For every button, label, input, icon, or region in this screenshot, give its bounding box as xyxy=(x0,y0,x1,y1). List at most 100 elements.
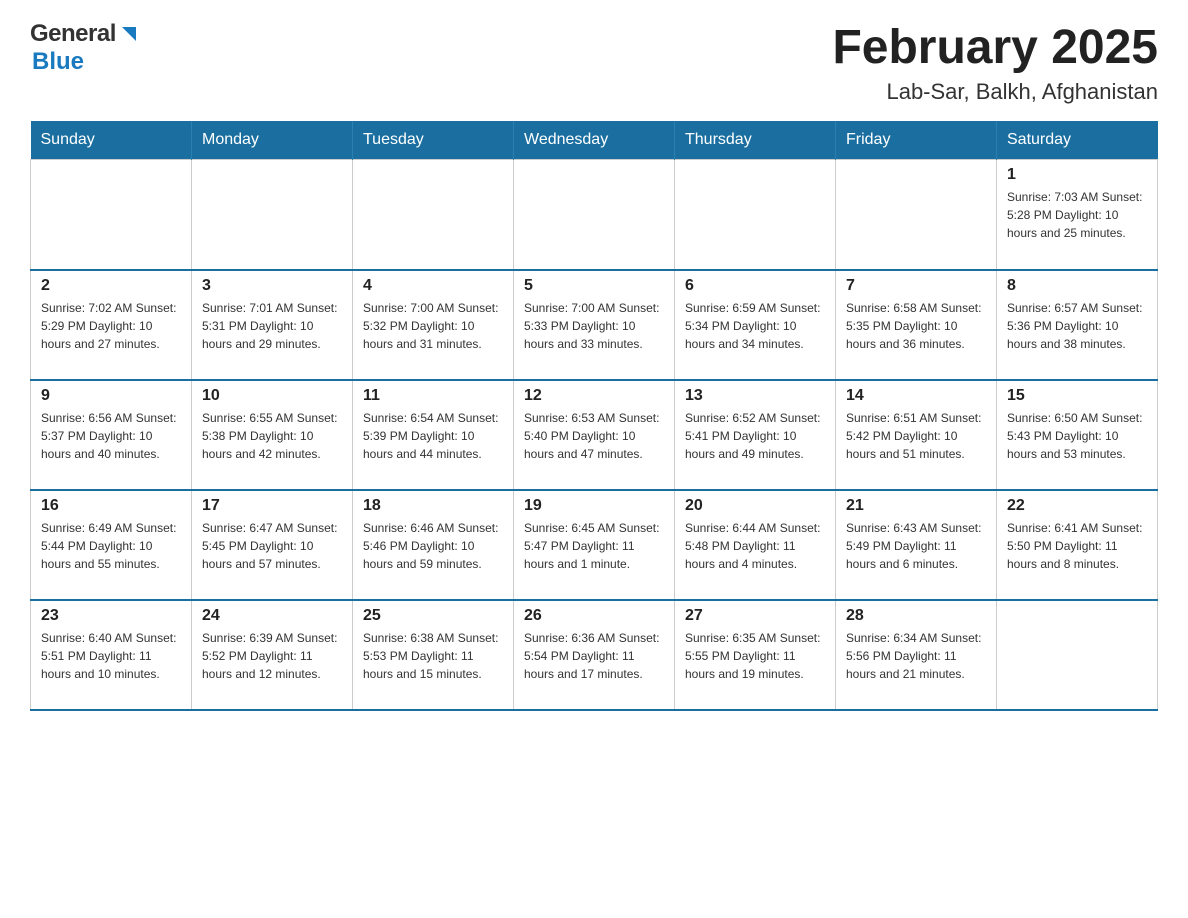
day-info: Sunrise: 6:49 AM Sunset: 5:44 PM Dayligh… xyxy=(41,519,181,573)
calendar-cell xyxy=(514,160,675,270)
day-info: Sunrise: 6:41 AM Sunset: 5:50 PM Dayligh… xyxy=(1007,519,1147,573)
weekday-header-thursday: Thursday xyxy=(675,121,836,160)
day-number: 16 xyxy=(41,497,181,515)
day-info: Sunrise: 7:00 AM Sunset: 5:32 PM Dayligh… xyxy=(363,299,503,353)
calendar-cell: 1 Sunrise: 7:03 AM Sunset: 5:28 PM Daylig… xyxy=(997,160,1158,270)
calendar-week-row: 1 Sunrise: 7:03 AM Sunset: 5:28 PM Daylig… xyxy=(31,160,1158,270)
page-title: February 2025 xyxy=(832,20,1158,75)
calendar-cell: 19 Sunrise: 6:45 AM Sunset: 5:47 PM Dayli… xyxy=(514,490,675,600)
day-number: 18 xyxy=(363,497,503,515)
day-info: Sunrise: 6:36 AM Sunset: 5:54 PM Dayligh… xyxy=(524,629,664,683)
calendar-cell xyxy=(192,160,353,270)
calendar-cell: 8 Sunrise: 6:57 AM Sunset: 5:36 PM Daylig… xyxy=(997,270,1158,380)
day-number: 12 xyxy=(524,387,664,405)
day-info: Sunrise: 7:00 AM Sunset: 5:33 PM Dayligh… xyxy=(524,299,664,353)
calendar-cell: 25 Sunrise: 6:38 AM Sunset: 5:53 PM Dayli… xyxy=(353,600,514,710)
day-info: Sunrise: 6:40 AM Sunset: 5:51 PM Dayligh… xyxy=(41,629,181,683)
day-number: 2 xyxy=(41,277,181,295)
day-info: Sunrise: 6:56 AM Sunset: 5:37 PM Dayligh… xyxy=(41,409,181,463)
calendar-cell: 24Sunrise: 6:39 AM Sunset: 5:52 PM Dayli… xyxy=(192,600,353,710)
day-number: 3 xyxy=(202,277,342,295)
calendar-cell: 12 Sunrise: 6:53 AM Sunset: 5:40 PM Dayli… xyxy=(514,380,675,490)
calendar-cell: 10 Sunrise: 6:55 AM Sunset: 5:38 PM Dayli… xyxy=(192,380,353,490)
calendar-cell: 21 Sunrise: 6:43 AM Sunset: 5:49 PM Dayli… xyxy=(836,490,997,600)
calendar-cell: 17 Sunrise: 6:47 AM Sunset: 5:45 PM Dayli… xyxy=(192,490,353,600)
day-info: Sunrise: 6:58 AM Sunset: 5:35 PM Dayligh… xyxy=(846,299,986,353)
day-info: Sunrise: 6:54 AM Sunset: 5:39 PM Dayligh… xyxy=(363,409,503,463)
day-info: Sunrise: 6:50 AM Sunset: 5:43 PM Dayligh… xyxy=(1007,409,1147,463)
day-number: 26 xyxy=(524,607,664,625)
day-info: Sunrise: 6:55 AM Sunset: 5:38 PM Dayligh… xyxy=(202,409,342,463)
calendar-cell: 2 Sunrise: 7:02 AM Sunset: 5:29 PM Daylig… xyxy=(31,270,192,380)
calendar-header: SundayMondayTuesdayWednesdayThursdayFrid… xyxy=(31,121,1158,160)
day-info: Sunrise: 6:57 AM Sunset: 5:36 PM Dayligh… xyxy=(1007,299,1147,353)
calendar-week-row: 9Sunrise: 6:56 AM Sunset: 5:37 PM Daylig… xyxy=(31,380,1158,490)
calendar-cell xyxy=(675,160,836,270)
calendar-cell: 5Sunrise: 7:00 AM Sunset: 5:33 PM Daylig… xyxy=(514,270,675,380)
calendar-body: 1 Sunrise: 7:03 AM Sunset: 5:28 PM Daylig… xyxy=(31,160,1158,710)
day-info: Sunrise: 6:52 AM Sunset: 5:41 PM Dayligh… xyxy=(685,409,825,463)
day-info: Sunrise: 6:35 AM Sunset: 5:55 PM Dayligh… xyxy=(685,629,825,683)
day-info: Sunrise: 6:59 AM Sunset: 5:34 PM Dayligh… xyxy=(685,299,825,353)
calendar-cell: 16 Sunrise: 6:49 AM Sunset: 5:44 PM Dayli… xyxy=(31,490,192,600)
logo-general-text: General xyxy=(30,20,116,48)
calendar-cell: 20 Sunrise: 6:44 AM Sunset: 5:48 PM Dayli… xyxy=(675,490,836,600)
day-number: 7 xyxy=(846,277,986,295)
day-info: Sunrise: 6:51 AM Sunset: 5:42 PM Dayligh… xyxy=(846,409,986,463)
calendar-cell: 15 Sunrise: 6:50 AM Sunset: 5:43 PM Dayli… xyxy=(997,380,1158,490)
day-info: Sunrise: 6:43 AM Sunset: 5:49 PM Dayligh… xyxy=(846,519,986,573)
calendar-cell: 22 Sunrise: 6:41 AM Sunset: 5:50 PM Dayli… xyxy=(997,490,1158,600)
weekday-header-sunday: Sunday xyxy=(31,121,192,160)
day-number: 23 xyxy=(41,607,181,625)
calendar-week-row: 23 Sunrise: 6:40 AM Sunset: 5:51 PM Dayli… xyxy=(31,600,1158,710)
calendar-cell: 9Sunrise: 6:56 AM Sunset: 5:37 PM Daylig… xyxy=(31,380,192,490)
calendar-cell: 4 Sunrise: 7:00 AM Sunset: 5:32 PM Daylig… xyxy=(353,270,514,380)
title-section: February 2025 Lab-Sar, Balkh, Afghanista… xyxy=(832,20,1158,105)
day-info: Sunrise: 6:44 AM Sunset: 5:48 PM Dayligh… xyxy=(685,519,825,573)
page-subtitle: Lab-Sar, Balkh, Afghanistan xyxy=(832,79,1158,105)
calendar-cell: 28Sunrise: 6:34 AM Sunset: 5:56 PM Dayli… xyxy=(836,600,997,710)
day-info: Sunrise: 6:47 AM Sunset: 5:45 PM Dayligh… xyxy=(202,519,342,573)
day-number: 1 xyxy=(1007,166,1147,184)
day-info: Sunrise: 6:38 AM Sunset: 5:53 PM Dayligh… xyxy=(363,629,503,683)
calendar-cell: 18 Sunrise: 6:46 AM Sunset: 5:46 PM Dayli… xyxy=(353,490,514,600)
day-number: 22 xyxy=(1007,497,1147,515)
day-number: 10 xyxy=(202,387,342,405)
logo-blue-text: Blue xyxy=(32,48,84,75)
weekday-header-tuesday: Tuesday xyxy=(353,121,514,160)
day-number: 15 xyxy=(1007,387,1147,405)
calendar-cell xyxy=(353,160,514,270)
day-info: Sunrise: 7:03 AM Sunset: 5:28 PM Dayligh… xyxy=(1007,188,1147,242)
weekday-header-saturday: Saturday xyxy=(997,121,1158,160)
day-number: 21 xyxy=(846,497,986,515)
day-number: 20 xyxy=(685,497,825,515)
day-info: Sunrise: 6:34 AM Sunset: 5:56 PM Dayligh… xyxy=(846,629,986,683)
calendar-cell xyxy=(836,160,997,270)
weekday-header-wednesday: Wednesday xyxy=(514,121,675,160)
calendar-cell xyxy=(31,160,192,270)
day-number: 19 xyxy=(524,497,664,515)
day-info: Sunrise: 6:53 AM Sunset: 5:40 PM Dayligh… xyxy=(524,409,664,463)
calendar-week-row: 2 Sunrise: 7:02 AM Sunset: 5:29 PM Daylig… xyxy=(31,270,1158,380)
calendar-cell: 6Sunrise: 6:59 AM Sunset: 5:34 PM Daylig… xyxy=(675,270,836,380)
day-number: 27 xyxy=(685,607,825,625)
day-info: Sunrise: 7:02 AM Sunset: 5:29 PM Dayligh… xyxy=(41,299,181,353)
day-number: 17 xyxy=(202,497,342,515)
day-info: Sunrise: 7:01 AM Sunset: 5:31 PM Dayligh… xyxy=(202,299,342,353)
day-number: 25 xyxy=(363,607,503,625)
logo-triangle-icon xyxy=(118,23,140,45)
calendar-cell: 23 Sunrise: 6:40 AM Sunset: 5:51 PM Dayli… xyxy=(31,600,192,710)
day-info: Sunrise: 6:46 AM Sunset: 5:46 PM Dayligh… xyxy=(363,519,503,573)
day-number: 4 xyxy=(363,277,503,295)
calendar-cell: 13Sunrise: 6:52 AM Sunset: 5:41 PM Dayli… xyxy=(675,380,836,490)
day-number: 14 xyxy=(846,387,986,405)
weekday-header-friday: Friday xyxy=(836,121,997,160)
weekday-header-row: SundayMondayTuesdayWednesdayThursdayFrid… xyxy=(31,121,1158,160)
day-number: 11 xyxy=(363,387,503,405)
calendar-cell xyxy=(997,600,1158,710)
day-info: Sunrise: 6:39 AM Sunset: 5:52 PM Dayligh… xyxy=(202,629,342,683)
weekday-header-monday: Monday xyxy=(192,121,353,160)
calendar-cell: 11 Sunrise: 6:54 AM Sunset: 5:39 PM Dayli… xyxy=(353,380,514,490)
day-info: Sunrise: 6:45 AM Sunset: 5:47 PM Dayligh… xyxy=(524,519,664,573)
day-number: 8 xyxy=(1007,277,1147,295)
